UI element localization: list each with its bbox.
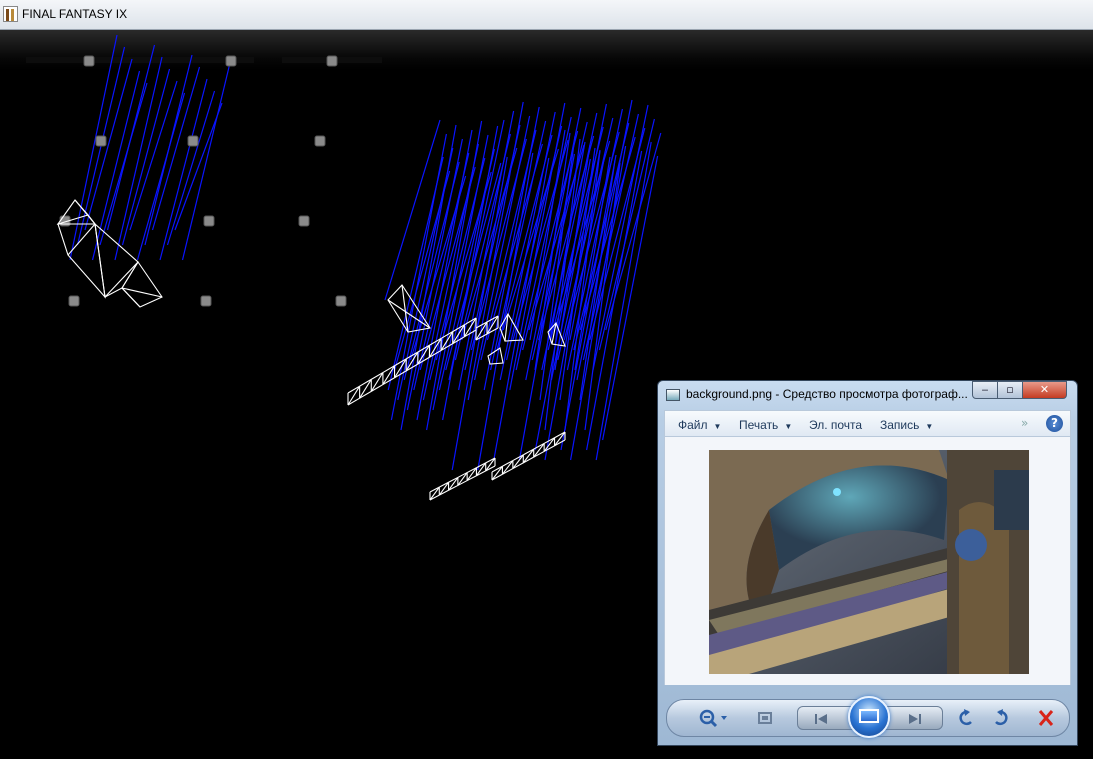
camera-marker bbox=[314, 135, 326, 147]
minimize-button[interactable]: ‒ bbox=[972, 381, 998, 399]
camera-marker bbox=[335, 295, 347, 307]
walkmesh-line bbox=[91, 70, 141, 261]
menu-email[interactable]: Эл. почта bbox=[809, 418, 862, 432]
menu-bar: Файл ▼ Печать ▼ Эл. почта Запись ▼ » ? bbox=[664, 410, 1071, 437]
truss-edge bbox=[543, 437, 556, 452]
walkmesh-line bbox=[400, 124, 457, 431]
chevron-down-icon: ▼ bbox=[713, 422, 722, 431]
rotate-right-icon[interactable] bbox=[989, 708, 1011, 728]
camera-marker bbox=[225, 55, 237, 67]
walkmesh-line bbox=[121, 68, 171, 246]
viewer-toolbar bbox=[666, 696, 1070, 738]
next-icon[interactable] bbox=[904, 709, 926, 729]
menu-burn[interactable]: Запись ▼ bbox=[880, 418, 933, 432]
rotate-left-icon[interactable] bbox=[956, 708, 978, 728]
walkmesh-line bbox=[106, 44, 156, 231]
walkmesh-line bbox=[458, 110, 515, 391]
walkmesh-line bbox=[84, 58, 133, 231]
maximize-button[interactable]: ▫ bbox=[997, 381, 1023, 399]
walkmesh-line bbox=[174, 102, 223, 231]
menu-file[interactable]: Файл ▼ bbox=[678, 418, 721, 432]
walkmesh-line bbox=[151, 66, 201, 231]
walkmesh-lines-blue bbox=[69, 34, 662, 471]
walkmesh-line bbox=[390, 133, 447, 421]
actual-size-icon[interactable] bbox=[754, 708, 776, 728]
truss-edge bbox=[533, 443, 545, 458]
camera-marker bbox=[187, 135, 199, 147]
walkmesh-line bbox=[114, 56, 163, 261]
truss-edge bbox=[522, 448, 535, 464]
walkmesh-line bbox=[136, 92, 186, 261]
walkmesh-line bbox=[144, 54, 193, 246]
camera-marker bbox=[68, 295, 80, 307]
photo-viewer-app-icon bbox=[666, 389, 680, 401]
close-button[interactable]: ✕ bbox=[1022, 381, 1067, 399]
scene-bar bbox=[26, 57, 254, 63]
previous-icon[interactable] bbox=[810, 709, 832, 729]
slideshow-button[interactable] bbox=[848, 696, 890, 738]
camera-marker bbox=[326, 55, 338, 67]
chevron-down-icon: ▼ bbox=[925, 422, 934, 431]
image-canvas[interactable] bbox=[664, 437, 1071, 685]
camera-marker bbox=[298, 215, 310, 227]
photo-viewer-window[interactable]: background.png - Средство просмотра фото… bbox=[657, 380, 1078, 746]
walkmesh-line bbox=[181, 64, 231, 261]
truss-edge bbox=[512, 454, 524, 469]
slideshow-icon bbox=[859, 709, 879, 723]
walkmesh-line bbox=[159, 78, 208, 261]
truss-edge bbox=[491, 465, 503, 481]
menu-print[interactable]: Печать ▼ bbox=[739, 418, 792, 432]
photo-viewer-title: background.png - Средство просмотра фото… bbox=[686, 387, 968, 401]
camera-marker bbox=[83, 55, 95, 67]
camera-marker bbox=[200, 295, 212, 307]
walkmesh-line bbox=[129, 80, 178, 231]
more-menu-icon[interactable]: » bbox=[1021, 416, 1028, 430]
help-icon[interactable]: ? bbox=[1046, 415, 1063, 432]
background-image bbox=[709, 450, 1029, 674]
truss-edge bbox=[501, 460, 514, 475]
zoom-icon[interactable] bbox=[697, 708, 731, 728]
camera-marker bbox=[203, 215, 215, 227]
camera-marker bbox=[95, 135, 107, 147]
delete-icon[interactable] bbox=[1035, 708, 1057, 728]
chevron-down-icon: ▼ bbox=[784, 422, 793, 431]
